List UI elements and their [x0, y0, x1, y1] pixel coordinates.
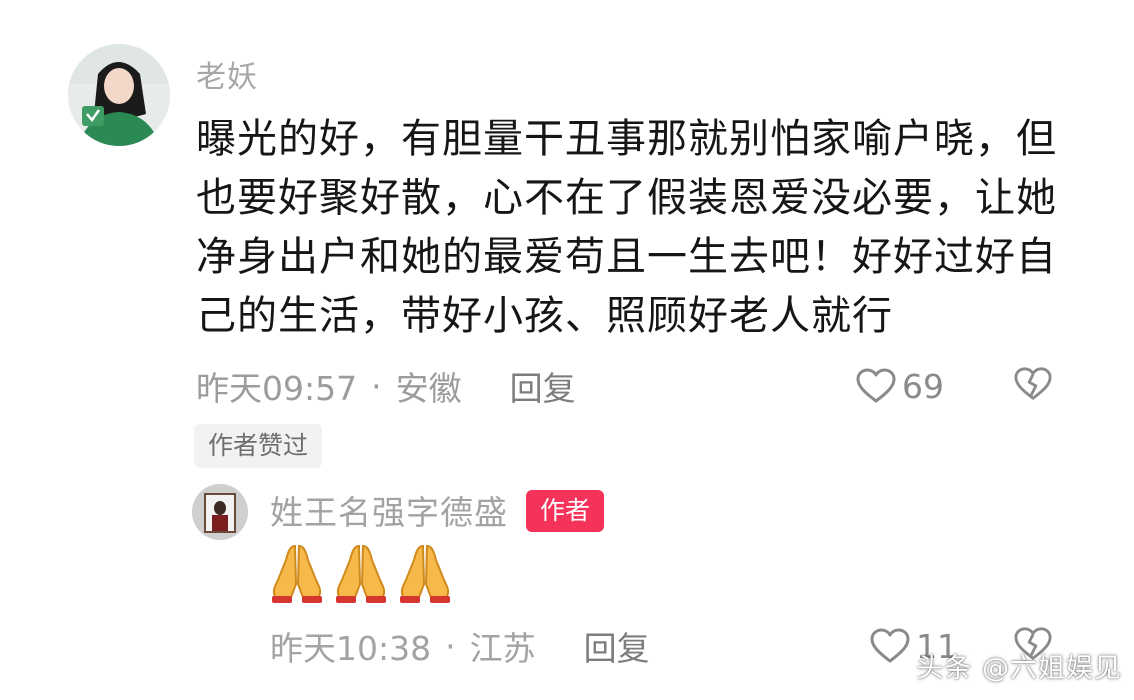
reply-time: 昨天10:38 — [270, 629, 432, 668]
meta-separator: · — [445, 626, 456, 666]
reply-button[interactable]: 回复 — [510, 362, 576, 410]
reply-reply-button[interactable]: 回复 — [584, 622, 650, 670]
author-badge: 作者 — [526, 490, 604, 532]
comment-page: 老妖 曝光的好，有胆量干丑事那就别怕家喻户晓，但也要好聚好散，心不在了假装恩爱没… — [0, 0, 1134, 700]
comment-time: 昨天09:57 — [196, 369, 358, 408]
folded-hands-icon — [332, 540, 390, 608]
meta-separator: · — [371, 366, 382, 406]
folded-hands-icon — [268, 540, 326, 608]
broken-heart-icon — [1014, 367, 1052, 406]
like-button[interactable]: 69 — [856, 362, 944, 410]
reply-location: 江苏 — [469, 629, 536, 668]
reply-meta: 昨天10:38 · 江苏 回复 — [270, 622, 650, 670]
heart-icon — [870, 628, 910, 664]
comment-username[interactable]: 老妖 — [196, 52, 258, 96]
like-count: 69 — [902, 366, 944, 406]
comment-meta: 昨天09:57 · 安徽 回复 — [196, 362, 576, 410]
folded-hands-icon — [396, 540, 454, 608]
reply-avatar-image — [192, 484, 248, 540]
comment-text: 曝光的好，有胆量干丑事那就别怕家喻户晓，但也要好聚好散，心不在了假装恩爱没必要，… — [196, 116, 1057, 339]
reply-username[interactable]: 姓王名强字德盛 — [270, 486, 508, 534]
watermark: 头条 @六姐娱见 — [916, 653, 1122, 684]
heart-icon — [856, 368, 896, 404]
dislike-button[interactable] — [1014, 366, 1052, 406]
avatar-image — [68, 44, 170, 146]
author-liked-tag: 作者赞过 — [194, 424, 323, 468]
reply-emoji-content — [268, 540, 454, 608]
comment-location: 安徽 — [395, 369, 462, 408]
avatar[interactable] — [68, 44, 170, 146]
reply-avatar[interactable] — [192, 484, 248, 540]
